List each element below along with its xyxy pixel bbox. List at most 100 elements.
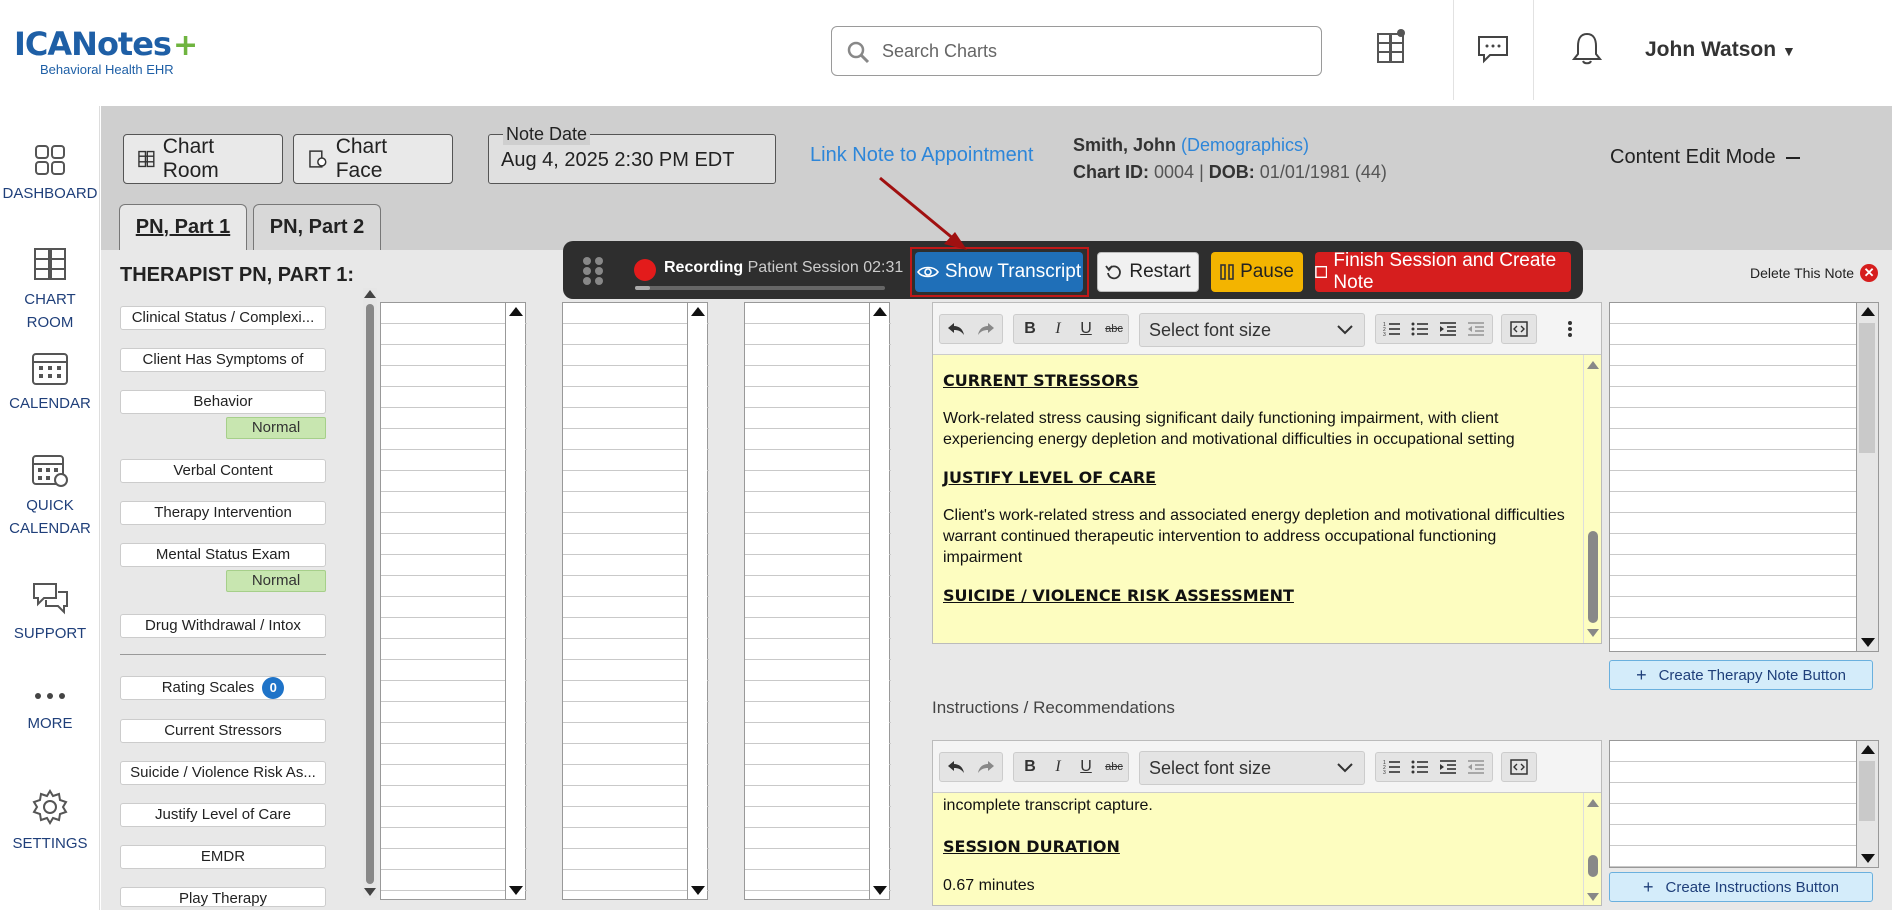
chart-cabinet-icon[interactable] (1376, 28, 1406, 64)
bell-icon[interactable] (1570, 30, 1604, 66)
sidebar-item-dashboard[interactable]: DASHBOARD (0, 144, 100, 205)
scroll-up-icon[interactable] (1861, 745, 1875, 754)
scroll-down-icon[interactable] (1861, 638, 1875, 647)
normal-badge[interactable]: Normal (226, 570, 326, 592)
section-button[interactable]: Mental Status Exam (120, 543, 326, 567)
tab-pn-part-2[interactable]: PN, Part 2 (253, 204, 381, 250)
sidebar-item-quick-calendar[interactable]: QUICK CALENDAR (0, 452, 100, 540)
section-button[interactable]: Suicide / Violence Risk As... (120, 761, 326, 785)
scroll-down-icon[interactable] (364, 888, 376, 896)
create-instructions-button[interactable]: + Create Instructions Button (1609, 872, 1873, 902)
normal-badge[interactable]: Normal (226, 417, 326, 439)
ordered-list-icon[interactable]: 123 (1379, 752, 1405, 782)
content-edit-mode-toggle[interactable]: Content Edit Mode (1610, 146, 1800, 169)
sidebar-item-support[interactable]: SUPPORT (0, 580, 100, 645)
create-therapy-note-button[interactable]: + Create Therapy Note Button (1609, 660, 1873, 690)
chart-face-button[interactable]: Chart Face (293, 134, 453, 184)
scroll-thumb[interactable] (1859, 323, 1875, 453)
rating-scales-button[interactable]: Rating Scales 0 (120, 676, 326, 700)
redo-icon[interactable] (973, 752, 999, 782)
note-document[interactable]: CURRENT STRESSORS Work-related stress ca… (933, 355, 1583, 643)
chart-room-button[interactable]: Chart Room (123, 134, 283, 184)
instructions-options-list[interactable] (1609, 740, 1879, 868)
list-scrollbar[interactable] (505, 303, 525, 899)
undo-icon[interactable] (943, 752, 969, 782)
scroll-up-icon[interactable] (1587, 799, 1599, 807)
sidebar-item-settings[interactable]: SETTINGS (0, 788, 100, 855)
bold-icon[interactable]: B (1017, 314, 1043, 344)
section-button[interactable]: Therapy Intervention (120, 501, 326, 525)
scroll-up-icon[interactable] (364, 290, 376, 298)
indent-icon[interactable] (1435, 314, 1461, 344)
source-code-icon[interactable] (1506, 314, 1532, 344)
drag-handle-icon[interactable] (581, 255, 605, 287)
undo-icon[interactable] (943, 314, 969, 344)
messages-icon[interactable] (1476, 34, 1510, 64)
user-menu[interactable]: John Watson ▼ (1645, 38, 1796, 62)
font-size-select[interactable]: Select font size (1139, 751, 1365, 785)
scroll-down-icon[interactable] (691, 886, 705, 895)
scroll-down-icon[interactable] (1587, 893, 1599, 901)
therapy-options-list[interactable] (1609, 302, 1879, 652)
instructions-document[interactable]: incomplete transcript capture. SESSION D… (933, 793, 1583, 905)
logo[interactable]: ICANotes+ Behavioral Health EHR (14, 26, 198, 77)
sidebar-item-chart-room[interactable]: CHART ROOM (0, 246, 100, 334)
section-button[interactable]: Clinical Status / Complexi... (120, 306, 326, 330)
finish-session-button[interactable]: Finish Session and Create Note (1315, 250, 1571, 293)
scroll-down-icon[interactable] (1861, 854, 1875, 863)
search-input[interactable] (882, 37, 1302, 65)
section-button[interactable]: EMDR (120, 845, 326, 869)
scroll-thumb[interactable] (1588, 855, 1598, 877)
italic-icon[interactable]: I (1045, 314, 1071, 344)
strikethrough-icon[interactable]: abc (1101, 752, 1127, 782)
bullet-list-icon[interactable] (1407, 752, 1433, 782)
ordered-list-icon[interactable]: 123 (1379, 314, 1405, 344)
scroll-up-icon[interactable] (1861, 307, 1875, 316)
list-scrollbar[interactable] (1856, 741, 1878, 867)
restart-button[interactable]: Restart (1097, 252, 1199, 292)
sidebar-item-calendar[interactable]: CALENDAR (0, 350, 100, 415)
underline-icon[interactable]: U (1073, 314, 1099, 344)
strikethrough-icon[interactable]: abc (1101, 314, 1127, 344)
indent-icon[interactable] (1435, 752, 1461, 782)
tab-pn-part-1[interactable]: PN, Part 1 (119, 204, 247, 250)
font-size-select[interactable]: Select font size (1139, 313, 1365, 347)
outdent-icon[interactable] (1463, 314, 1489, 344)
editor-scrollbar[interactable] (1583, 793, 1601, 905)
outdent-icon[interactable] (1463, 752, 1489, 782)
bold-icon[interactable]: B (1017, 752, 1043, 782)
section-button[interactable]: Drug Withdrawal / Intox (120, 614, 326, 638)
scroll-thumb[interactable] (1588, 531, 1598, 623)
show-transcript-button[interactable]: Show Transcript (915, 252, 1083, 292)
editor-scrollbar[interactable] (1583, 355, 1601, 643)
section-button[interactable]: Verbal Content (120, 459, 326, 483)
bullet-list-icon[interactable] (1407, 314, 1433, 344)
pause-button[interactable]: Pause (1211, 252, 1303, 292)
section-button[interactable]: Client Has Symptoms of (120, 348, 326, 372)
list-scrollbar[interactable] (1856, 303, 1878, 651)
section-button[interactable]: Current Stressors (120, 719, 326, 743)
italic-icon[interactable]: I (1045, 752, 1071, 782)
option-list[interactable] (744, 302, 891, 900)
underline-icon[interactable]: U (1073, 752, 1099, 782)
section-button[interactable]: Justify Level of Care (120, 803, 326, 827)
scroll-thumb[interactable] (1859, 761, 1875, 821)
scroll-up-icon[interactable] (1587, 361, 1599, 369)
section-button[interactable]: Behavior (120, 390, 326, 414)
more-options-icon[interactable] (1557, 314, 1583, 344)
scroll-up-icon[interactable] (691, 307, 705, 316)
delete-note-button[interactable]: Delete This Note ✕ (1750, 264, 1879, 282)
list-scrollbar[interactable] (869, 303, 889, 899)
link-note-to-appointment[interactable]: Link Note to Appointment (810, 144, 1033, 167)
demographics-link[interactable]: (Demographics) (1181, 135, 1309, 155)
scroll-down-icon[interactable] (509, 886, 523, 895)
list-scrollbar[interactable] (687, 303, 707, 899)
scroll-up-icon[interactable] (509, 307, 523, 316)
scroll-down-icon[interactable] (873, 886, 887, 895)
left-scrollbar[interactable] (363, 288, 377, 898)
redo-icon[interactable] (973, 314, 999, 344)
sidebar-item-more[interactable]: MORE (0, 686, 100, 735)
option-list[interactable] (380, 302, 527, 900)
section-button[interactable]: Play Therapy (120, 887, 326, 907)
source-code-icon[interactable] (1506, 752, 1532, 782)
